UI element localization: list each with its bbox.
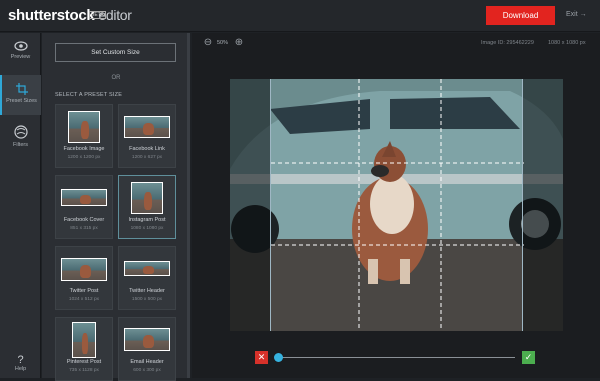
image-size: 1080 x 1080 px: [548, 40, 586, 46]
preset-panel: Set Custom Size OR SELECT A PRESET SIZE …: [42, 33, 231, 381]
preset-thumbnail: [124, 328, 170, 351]
logo: shutterstock editor: [8, 7, 132, 24]
help-button[interactable]: ? Help: [0, 354, 41, 372]
preset-pinterest-post[interactable]: Pinterest Post 735 x 1128 px: [55, 317, 113, 381]
zoom-slider-handle[interactable]: [274, 353, 283, 362]
preset-thumbnail: [72, 322, 96, 358]
zoom-out-icon[interactable]: ⊖: [203, 38, 213, 48]
preset-thumbnail: [68, 111, 100, 143]
crop-frame[interactable]: [270, 79, 524, 331]
preset-twitter-post[interactable]: Twitter Post 1024 x 512 px: [55, 246, 113, 310]
eye-icon: [13, 41, 28, 51]
zoom-slider-track[interactable]: [277, 357, 515, 358]
crop-icon: [15, 83, 28, 95]
top-bar: shutterstock editor BETA Download Exit →: [0, 0, 600, 32]
set-custom-size-button[interactable]: Set Custom Size: [55, 43, 176, 62]
preset-facebook-link[interactable]: Facebook Link 1200 x 627 px: [118, 104, 176, 168]
image-id: Image ID: 295462229: [481, 40, 534, 46]
preset-facebook-image[interactable]: Facebook Image 1200 x 1200 px: [55, 104, 113, 168]
zoom-in-icon[interactable]: ⊕: [234, 38, 244, 48]
rail-item-preview[interactable]: Preview: [0, 33, 41, 73]
rail-item-filters[interactable]: Filters: [0, 117, 41, 157]
zoom-level: 50%: [217, 40, 229, 46]
tool-rail: Preview Preset Sizes Filters ? Help: [0, 33, 41, 378]
download-button[interactable]: Download: [486, 6, 555, 25]
question-icon: ?: [17, 354, 24, 366]
photo-canvas[interactable]: [230, 79, 563, 331]
filters-icon: [13, 125, 28, 139]
or-divider: OR: [111, 75, 121, 81]
zoom-slider-row: ✕ ✓: [255, 349, 538, 365]
preset-heading: SELECT A PRESET SIZE: [55, 92, 123, 98]
workspace-toolbar: ⊖ 50% ⊕ Image ID: 295462229 1080 x 1080 …: [192, 33, 600, 55]
preset-instagram-post[interactable]: Instagram Post 1080 x 1080 px: [118, 175, 176, 239]
preset-twitter-header[interactable]: Twitter Header 1500 x 500 px: [118, 246, 176, 310]
rail-item-preset-sizes[interactable]: Preset Sizes: [0, 75, 41, 115]
preset-email-header[interactable]: Email Header 600 x 300 px: [118, 317, 176, 381]
crop-mask-left: [230, 79, 270, 331]
crop-mask-right: [523, 79, 563, 331]
confirm-icon[interactable]: ✓: [522, 351, 535, 364]
exit-arrow-icon: →: [579, 11, 587, 18]
canvas-workspace: ⊖ 50% ⊕ Image ID: 295462229 1080 x 1080 …: [192, 33, 600, 378]
cancel-icon[interactable]: ✕: [255, 351, 268, 364]
exit-button[interactable]: Exit →: [566, 11, 587, 18]
crop-guides: [271, 79, 524, 331]
preset-thumbnail: [131, 182, 163, 214]
preset-thumbnail: [124, 116, 170, 138]
preset-thumbnail: [61, 258, 107, 281]
preset-facebook-cover[interactable]: Facebook Cover 851 x 315 px: [55, 175, 113, 239]
preset-thumbnail: [61, 189, 107, 206]
beta-badge: BETA: [89, 11, 106, 19]
preset-thumbnail: [124, 261, 170, 276]
